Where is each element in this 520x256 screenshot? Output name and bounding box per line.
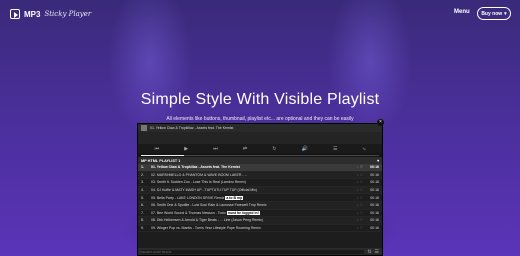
sort-icon[interactable]: ⇅ [367,249,371,255]
track-action-icons[interactable]: ↓ ♡ [357,211,367,215]
track-row[interactable]: 9. 09. Winger Pop vs. Mantis - Tom's Year… [138,225,382,233]
track-number: 2. [141,172,144,177]
track-duration: 00:16 [370,180,379,185]
track-title: 03. Smith ft. Sudden Zoo - Lose This Is … [151,180,246,185]
logo[interactable]: MP3 Sticky Player [10,9,91,19]
track-duration: 00:16 [370,226,379,231]
buy-now-label: Buy now [481,10,503,17]
volume-icon[interactable]: 🔊 [302,146,308,152]
track-row[interactable]: 7. 07. Bee World Sound & Thomas Newson - … [138,210,382,218]
track-list: 1. 01. Yellow Claw & Tropkillaz - Assets … [138,164,382,233]
track-action-icons[interactable]: ↓ ♡ [357,218,367,222]
chevron-down-icon: ▾ [504,10,507,17]
track-title: 08. Dirk Heikensen & Arnold & Tiger Beat… [151,218,264,223]
audio-visualizer [138,132,382,144]
menu-link[interactable]: Menu [454,9,470,15]
playlist-title: MP HTML PLAYLIST 1 [141,158,181,163]
play-logo-icon [10,9,20,19]
next-icon[interactable]: ⏭ [213,146,218,152]
track-number: 7. [141,210,144,215]
track-action-icons[interactable]: ↓ ♡ [357,203,367,207]
track-row[interactable]: 6. 06. Smith One & Spotlite - Lost Soul R… [138,201,382,210]
list-icon[interactable]: ☰ [375,249,379,255]
playlist-search-bar: ⇅ ☰ [138,248,382,255]
track-row[interactable]: 2. 02. MARSHMELLO & PHANTOM & WAVE BOOM L… [138,171,382,180]
track-title: 02. MARSHMELLO & PHANTOM & WAVE BOOM LAK… [151,172,248,177]
track-number: 1. [141,165,144,170]
track-number: 9. [141,226,144,231]
track-action-icons[interactable]: ↓ ♡ [357,180,367,184]
top-navigation: MP3 Sticky Player [0,0,520,28]
music-player: 01. Yellow Claw & Tropkillaz - Assets fe… [137,123,383,256]
track-title: 05. Bella Party - LAKE LONDON DRIVE Remi… [151,195,244,200]
buy-now-button[interactable]: Buy now ▾ [477,7,511,20]
progress-fill [141,154,184,156]
track-action-icons[interactable]: ↓ ♡ [357,188,367,192]
prev-icon[interactable]: ⏮ [155,146,160,152]
logo-text: MP3 [24,9,41,19]
track-number: 4. [141,188,144,193]
track-row[interactable]: 4. 04. DJ Kuffie & MATY MASH UP - TUPTUTU… [138,186,382,195]
track-action-icons[interactable]: ↓ ♡ [357,226,367,230]
track-duration: 00:16 [370,172,379,177]
play-icon[interactable]: ▶ [184,146,188,152]
track-tag: must be logged in! [226,210,260,215]
track-action-icons[interactable]: ↓ ♡ [357,165,367,169]
track-duration: 00:16 [370,218,379,223]
player-controls: ⏮ ▶ ⏭ ⇄ ↻ 🔊 ☰ ⤷ [138,144,382,153]
track-tag: a to B mp [225,195,244,200]
track-title: 01. Yellow Claw & Tropkillaz - Assets fe… [151,165,240,170]
track-row[interactable]: 5. 05. Bella Party - LAKE LONDON DRIVE Re… [138,194,382,202]
hero-subtitle: All elements like buttons, thumbnail, pl… [166,116,354,122]
chevron-down-icon: ▾ [377,159,379,163]
search-input[interactable] [141,249,365,254]
track-number: 6. [141,203,144,208]
playlist-icon[interactable]: ☰ [333,146,337,152]
track-duration: 00:16 [370,188,379,193]
share-icon[interactable]: ⤷ [363,146,366,152]
now-playing-title: 01. Yellow Claw & Tropkillaz - Assets fe… [150,126,234,130]
track-number: 5. [141,195,144,200]
track-title: 09. Winger Pop vs. Mantis - Tom's Year L… [151,226,261,231]
track-row[interactable]: 8. 08. Dirk Heikensen & Arnold & Tiger Be… [138,217,382,225]
track-action-icons[interactable]: ↓ ♡ [357,196,367,200]
track-row[interactable]: 3. 03. Smith ft. Sudden Zoo - Lose This I… [138,179,382,187]
track-action-icons[interactable]: ↓ ♡ [357,173,367,177]
track-number: 3. [141,180,144,185]
now-playing-bar: 01. Yellow Claw & Tropkillaz - Assets fe… [138,124,382,132]
repeat-icon[interactable]: ↻ [272,146,276,152]
track-duration: 00:16 [370,203,379,208]
track-title: 04. DJ Kuffie & MATY MASH UP - TUPTUTU T… [151,188,257,193]
playlist-header[interactable]: MP HTML PLAYLIST 1 ▾ [138,157,382,164]
track-duration: 00:16 [370,165,379,170]
logo-script: Sticky Player [44,10,92,18]
hero-title: Simple Style With Visible Playlist [140,91,380,108]
progress-track[interactable] [141,154,379,156]
close-icon[interactable]: × [377,119,384,126]
shuffle-icon[interactable]: ⇄ [243,146,247,152]
track-row[interactable]: 1. 01. Yellow Claw & Tropkillaz - Assets … [138,164,382,172]
track-thumbnail [141,125,147,131]
track-number: 8. [141,218,144,223]
track-duration: 00:16 [370,195,379,200]
track-duration: 00:16 [370,210,379,215]
track-title: 06. Smith One & Spotlite - Lost Soul Rai… [151,203,267,208]
track-title: 07. Bee World Sound & Thomas Newson - To… [151,210,260,215]
